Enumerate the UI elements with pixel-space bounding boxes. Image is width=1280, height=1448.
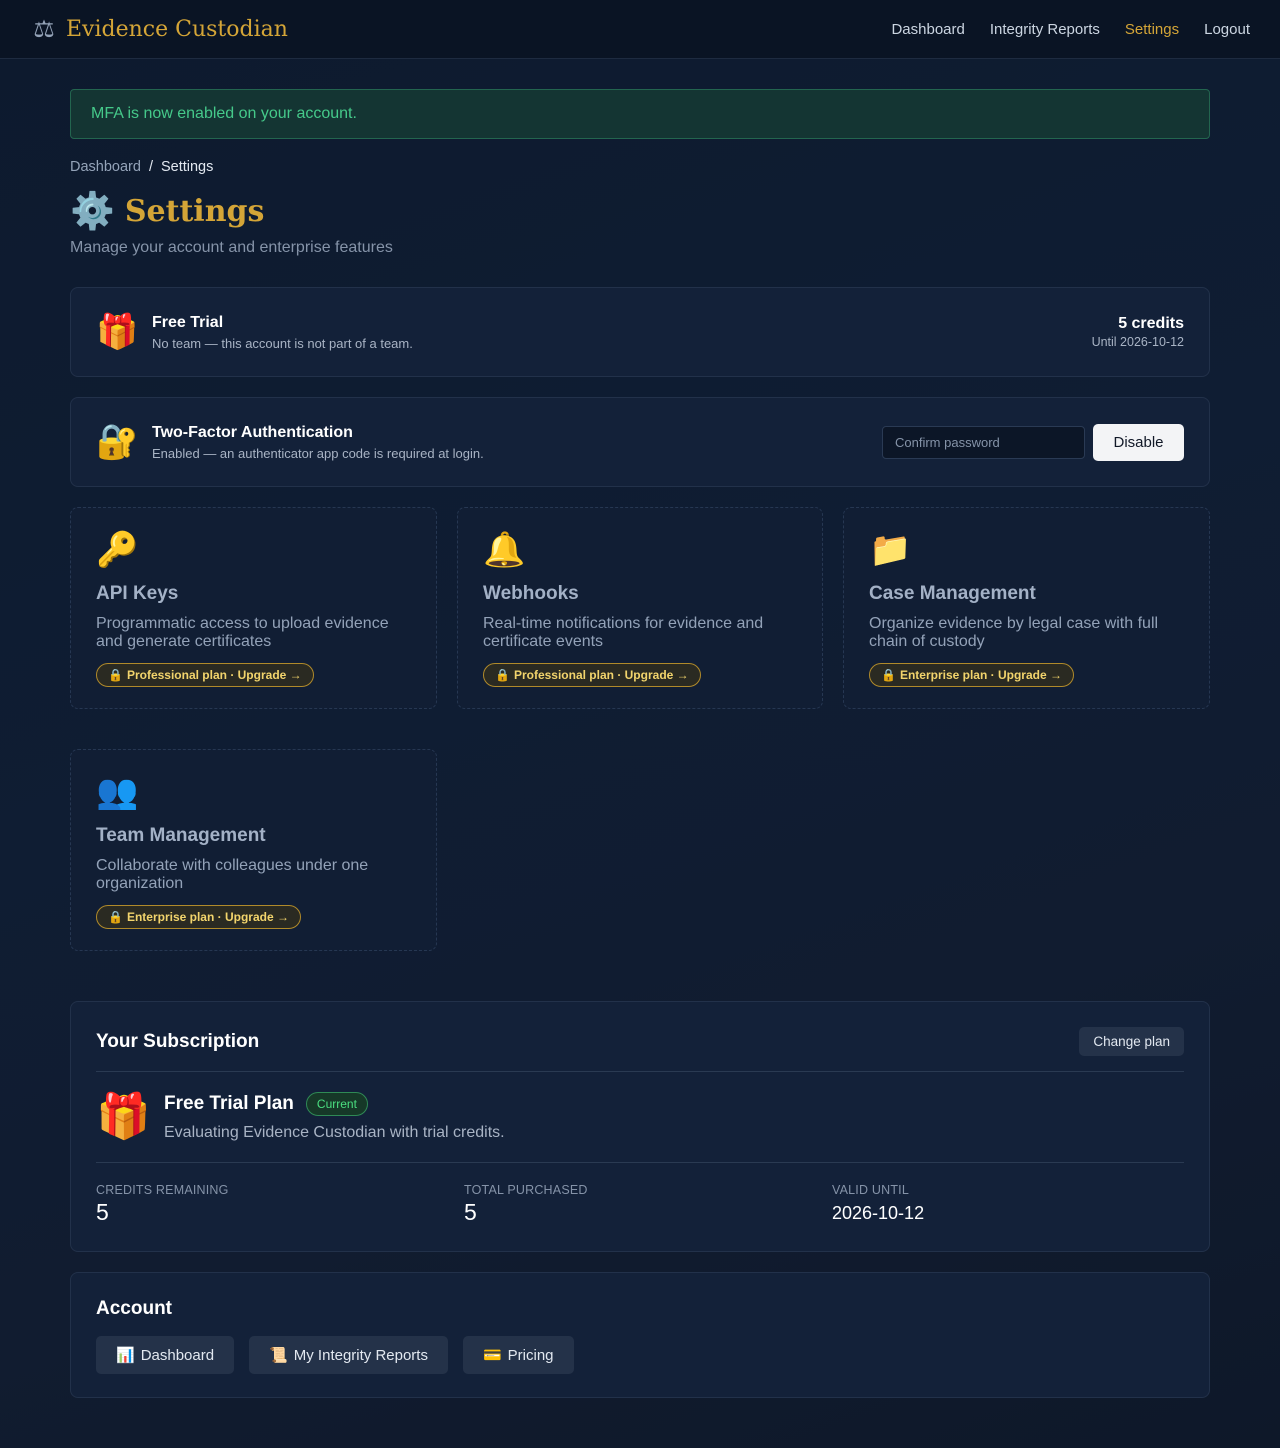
nav-link-logout[interactable]: Logout	[1204, 21, 1250, 38]
nav-link-settings[interactable]: Settings	[1125, 21, 1179, 38]
upgrade-badge-label: Professional plan · Upgrade →	[126, 668, 302, 682]
nav-link-integrity-reports[interactable]: Integrity Reports	[990, 21, 1100, 38]
stat-valid-until: Valid Until 2026-10-12	[832, 1183, 1184, 1226]
feature-desc: Real-time notifications for evidence and…	[483, 615, 764, 650]
nav-links: Dashboard Integrity Reports Settings Log…	[891, 21, 1250, 38]
account-card: Account 📊 Dashboard 📜 My Integrity Reports…	[70, 1272, 1210, 1398]
feature-title: Case Management	[869, 583, 1036, 604]
feature-card-api-keys: 🔑 API Keys Programmatic access to upload…	[70, 507, 437, 709]
upgrade-badge-label: Enterprise plan · Upgrade →	[126, 910, 289, 924]
plan-desc: Evaluating Evidence Custodian with trial…	[164, 1124, 505, 1141]
account-heading: Account	[96, 1298, 172, 1319]
feature-card-team-management: 👥 Team Management Collaborate with colle…	[70, 749, 437, 951]
upgrade-badge-label: Professional plan · Upgrade →	[513, 668, 689, 682]
page-title: ⚙️ Settings	[70, 193, 1210, 229]
brand[interactable]: ⚖ Evidence Custodian	[30, 15, 288, 44]
page-subtitle: Manage your account and enterprise featu…	[70, 239, 393, 256]
page-heading: Settings	[124, 193, 265, 229]
plan-name: Free Trial Plan	[164, 1093, 294, 1114]
upgrade-badge[interactable]: 🔒 Professional plan · Upgrade →	[96, 663, 314, 687]
subscription-card: Your Subscription Change plan 🎁 Free Tri…	[70, 1001, 1210, 1252]
lock-icon: 🔒	[108, 668, 123, 682]
breadcrumb-separator: /	[148, 159, 153, 175]
change-plan-button[interactable]: Change plan	[1079, 1027, 1184, 1056]
trial-credits: 5 credits	[1118, 315, 1184, 332]
chart-icon: 📊	[116, 1347, 135, 1364]
gift-icon: 🎁	[96, 1092, 151, 1141]
feature-desc: Collaborate with colleagues under one or…	[96, 857, 369, 892]
feature-grid: 🔑 API Keys Programmatic access to upload…	[70, 507, 1210, 709]
stat-label: Credits Remaining	[96, 1183, 229, 1197]
disable-mfa-button[interactable]: Disable	[1093, 423, 1184, 461]
trial-title: Free Trial	[152, 313, 224, 331]
confirm-password-input[interactable]	[882, 425, 1085, 459]
feature-desc: Programmatic access to upload evidence a…	[96, 615, 389, 650]
button-label: My Integrity Reports	[293, 1346, 428, 1364]
mfa-desc: Enabled — an authenticator app code is r…	[152, 445, 484, 461]
breadcrumb-dashboard[interactable]: Dashboard	[70, 159, 141, 175]
team-icon: 👥	[96, 773, 139, 811]
success-alert: MFA is now enabled on your account.	[70, 89, 1210, 139]
feature-card-case-management: 📁 Case Management Organize evidence by l…	[843, 507, 1210, 709]
key-icon: 🔑	[96, 531, 139, 569]
feature-title: Webhooks	[483, 583, 579, 604]
lock-icon: 🔒	[108, 910, 123, 924]
breadcrumb-current: Settings	[160, 159, 214, 175]
stat-credits-remaining: Credits Remaining 5	[96, 1183, 464, 1226]
button-label: Dashboard	[140, 1346, 215, 1364]
lock-icon: 🔒	[495, 668, 510, 682]
breadcrumb: Dashboard / Settings	[70, 159, 1210, 175]
subscription-stats: Credits Remaining 5 Total Purchased 5 Va…	[96, 1163, 1184, 1226]
upgrade-badge[interactable]: 🔒 Professional plan · Upgrade →	[483, 663, 701, 687]
upgrade-badge[interactable]: 🔒 Enterprise plan · Upgrade →	[869, 663, 1074, 687]
gear-icon: ⚙️	[70, 190, 115, 231]
folder-icon: 📁	[869, 531, 912, 569]
gift-icon: 🎁	[96, 313, 139, 351]
scroll-icon: 📜	[269, 1347, 288, 1364]
brand-name: Evidence Custodian	[66, 16, 288, 42]
upgrade-badge-label: Enterprise plan · Upgrade →	[899, 668, 1062, 682]
bell-icon: 🔔	[483, 531, 526, 569]
stat-total-purchased: Total Purchased 5	[464, 1183, 832, 1226]
account-dashboard-button[interactable]: 📊 Dashboard	[96, 1336, 235, 1374]
feature-title: Team Management	[96, 825, 266, 846]
feature-desc: Organize evidence by legal case with ful…	[869, 615, 1159, 650]
trial-desc: No team — this account is not part of a …	[152, 335, 413, 351]
nav-link-dashboard[interactable]: Dashboard	[891, 21, 964, 38]
subscription-heading: Your Subscription	[96, 1030, 260, 1052]
scales-icon: ⚖	[33, 15, 55, 43]
feature-grid-2: 👥 Team Management Collaborate with colle…	[70, 749, 1210, 951]
feature-card-webhooks: 🔔 Webhooks Real-time notifications for e…	[457, 507, 823, 709]
mfa-title: Two-Factor Authentication	[152, 423, 353, 441]
stat-label: Valid Until	[832, 1183, 909, 1197]
alert-message: MFA is now enabled on your account.	[91, 105, 357, 122]
stat-value: 5	[464, 1199, 477, 1225]
lock-icon: 🔒	[881, 668, 896, 682]
lock-key-icon: 🔐	[96, 423, 139, 461]
main-content: MFA is now enabled on your account. Dash…	[70, 59, 1210, 1398]
account-reports-button[interactable]: 📜 My Integrity Reports	[249, 1336, 448, 1374]
account-pricing-button[interactable]: 💳 Pricing	[462, 1336, 574, 1374]
current-badge: Current	[305, 1092, 368, 1116]
stat-label: Total Purchased	[464, 1183, 588, 1197]
stat-value: 2026-10-12	[832, 1203, 925, 1223]
trial-card: 🎁 Free Trial No team — this account is n…	[70, 287, 1210, 377]
trial-until: Until 2026-10-12	[1091, 335, 1184, 349]
card-icon: 💳	[482, 1347, 502, 1364]
stat-value: 5	[96, 1199, 109, 1225]
upgrade-badge[interactable]: 🔒 Enterprise plan · Upgrade →	[96, 905, 301, 929]
top-navbar: ⚖ Evidence Custodian Dashboard Integrity…	[0, 0, 1280, 59]
mfa-card: 🔐 Two-Factor Authentication Enabled — an…	[70, 397, 1210, 487]
feature-title: API Keys	[96, 583, 179, 604]
button-label: Pricing	[507, 1346, 554, 1364]
